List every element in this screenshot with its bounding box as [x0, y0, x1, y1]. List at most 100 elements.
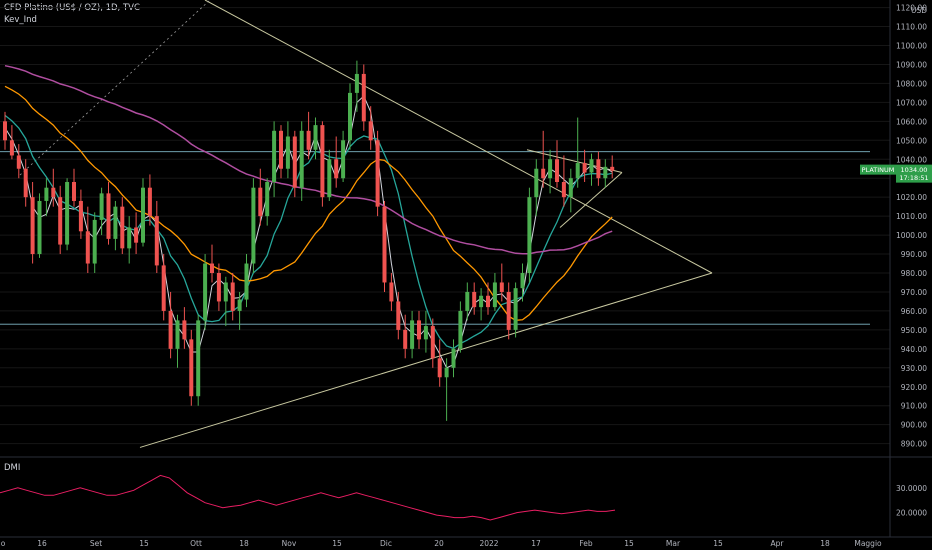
time-tick-label: 2022 — [479, 539, 498, 548]
price-tick-label: 920.00 — [901, 383, 927, 392]
candle-body — [354, 73, 359, 93]
candle-body — [72, 182, 76, 201]
price-tick-label: 890.00 — [901, 440, 927, 449]
time-tick-label: 15 — [332, 539, 342, 548]
time-tick-label: Set — [90, 539, 102, 548]
candle-body — [3, 121, 7, 141]
candle-body — [85, 231, 90, 264]
candle-body — [175, 320, 180, 349]
candle-body — [306, 130, 311, 150]
time-tick-label: Maggio — [854, 539, 882, 548]
time-tick-label: Mar — [666, 539, 681, 548]
candle-body — [548, 159, 553, 179]
candle-body — [417, 320, 421, 340]
price-tick-label: 1000.00 — [896, 231, 927, 240]
candle-body — [568, 178, 573, 198]
candle-body — [182, 320, 187, 340]
candle-body — [410, 320, 415, 349]
candle-body — [99, 193, 104, 220]
candle-body — [189, 339, 194, 397]
candle-body — [575, 163, 580, 179]
candle-body — [348, 92, 352, 141]
price-tick-label: 1080.00 — [896, 79, 927, 88]
candle-body — [23, 168, 28, 198]
candle-body — [113, 206, 118, 239]
candle-body — [216, 273, 221, 302]
candle-body — [610, 166, 615, 171]
candle-body — [492, 282, 497, 308]
candle-body — [451, 348, 456, 368]
time-tick-label: Ott — [190, 539, 202, 548]
candle-body — [203, 263, 208, 321]
candle-body — [37, 200, 42, 255]
price-tick-label: 910.00 — [901, 402, 927, 411]
candle-body — [134, 227, 139, 243]
candle-body — [458, 310, 463, 349]
candle-body — [513, 288, 518, 330]
candle-body — [582, 163, 587, 173]
candle-body — [120, 206, 125, 249]
candle-body — [534, 168, 539, 198]
candle-body — [292, 136, 297, 188]
candle-body — [334, 159, 339, 179]
price-tick-label: 990.00 — [901, 250, 927, 259]
dmi-tick-label: 20.0000 — [896, 509, 927, 518]
candle-body — [147, 187, 152, 217]
dmi-line — [0, 474, 616, 521]
candle-body — [223, 282, 228, 302]
candle-body — [65, 182, 70, 245]
time-axis: o 16 Set 15 Ott 18 Nov 15 Dic 20 2022 17 Feb 15 Mar 15 A… — [0, 536, 932, 548]
time-tick-label: 15 — [624, 539, 634, 548]
candle-body — [196, 320, 201, 397]
time-tick-label: 16 — [37, 539, 47, 548]
candle-body — [16, 155, 21, 169]
candle-body — [555, 159, 559, 182]
countdown-label: 17:18:51 — [899, 174, 928, 182]
time-tick-label: o — [1, 539, 6, 548]
price-tick-label: 1100.00 — [896, 42, 927, 51]
price-tick-label: 900.00 — [901, 421, 927, 430]
candle-body — [499, 282, 504, 292]
instrument-tag-label: PLATINUM — [862, 166, 895, 174]
price-axis: 890.00 900.00 910.00 920.00 930.00 940.00 950.… — [889, 0, 927, 537]
price-tick-label: 1060.00 — [896, 117, 927, 126]
candle-body — [251, 187, 256, 264]
candle-body — [472, 291, 477, 308]
candle-body — [444, 367, 449, 378]
price-tick-label: 1020.00 — [896, 193, 927, 202]
moving-averages — [4, 64, 613, 369]
candle-body — [589, 159, 594, 173]
candle-body — [9, 140, 14, 156]
candle-body — [389, 282, 394, 302]
candle-body — [403, 329, 408, 349]
time-tick-label: 20 — [434, 539, 444, 548]
candle-body — [561, 182, 566, 198]
candle-body — [486, 295, 490, 308]
price-chart[interactable]: 890.00 900.00 910.00 920.00 930.00 940.00 950.… — [0, 0, 932, 550]
price-tick-label: 960.00 — [901, 307, 927, 316]
candle-body — [603, 166, 608, 179]
time-tick-label: Nov — [282, 539, 297, 548]
price-tick-label: 1010.00 — [896, 212, 927, 221]
price-tick-label: 1050.00 — [896, 136, 927, 145]
candle-body — [51, 187, 56, 198]
candle-body — [272, 130, 277, 182]
price-tick-label: 1040.00 — [896, 155, 927, 164]
candle-body — [78, 200, 83, 232]
candle-body — [230, 282, 235, 311]
candle-body — [327, 159, 332, 198]
candle-body — [265, 182, 270, 217]
candle-body — [396, 301, 401, 330]
candle-body — [258, 187, 263, 217]
candle-body — [210, 263, 214, 273]
candle-body — [541, 168, 546, 179]
candle-body — [527, 197, 532, 273]
candle-body — [465, 291, 470, 311]
last-price-label: 1034.00 — [901, 166, 928, 174]
price-tick-label: 1070.00 — [896, 98, 927, 107]
candle-body — [30, 197, 35, 255]
candle-body — [58, 197, 63, 245]
candle-body — [520, 273, 525, 289]
dmi-pane — [0, 474, 616, 521]
candle-body — [479, 295, 484, 308]
